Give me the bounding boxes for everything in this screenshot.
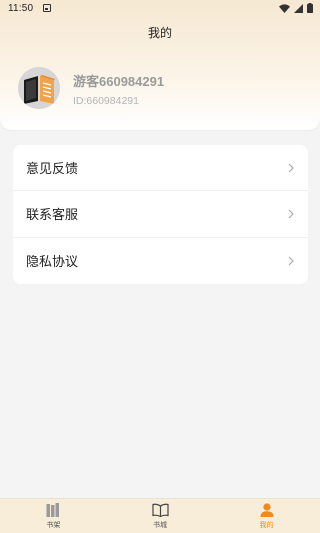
menu-item-label: 联系客服 [26,208,79,224]
menu-card: 意见反馈 联系客服 隐私协议 [13,145,308,284]
menu-item-feedback[interactable]: 意见反馈 [13,145,308,192]
signal-icon [294,3,303,13]
profile-header-background [0,0,320,130]
avatar[interactable] [18,67,60,109]
chevron-right-icon [288,209,294,219]
menu-item-privacy-policy[interactable]: 隐私协议 [13,238,308,284]
menu-item-label: 意见反馈 [26,162,79,178]
tab-mine[interactable]: 我的 [213,499,320,533]
tab-label: 书城 [153,521,167,529]
notification-icon [43,4,52,12]
tab-label: 我的 [259,521,274,529]
status-bar: 11:50 [0,0,320,16]
menu-item-label: 隐私协议 [26,255,79,271]
tab-label: 书架 [46,521,61,529]
tab-bookshelf[interactable]: 书架 [0,499,107,533]
username: 游客660984291 [73,74,165,89]
menu-item-customer-service[interactable]: 联系客服 [13,191,308,238]
battery-icon [307,3,313,13]
chevron-right-icon [288,163,294,173]
book-avatar-icon [18,67,60,109]
wifi-icon [279,3,290,13]
bottom-tab-bar: 书架 书城 我的 [0,498,320,533]
status-indicators [279,3,313,13]
chevron-right-icon [288,256,294,266]
tab-bookstore[interactable]: 书城 [107,499,214,533]
person-icon [260,502,274,518]
page-title: 我的 [147,26,172,40]
user-id: ID:660984291 [73,95,139,107]
bookshelf-icon [46,502,60,518]
status-time: 11:50 [8,2,34,14]
open-book-icon [151,502,169,518]
